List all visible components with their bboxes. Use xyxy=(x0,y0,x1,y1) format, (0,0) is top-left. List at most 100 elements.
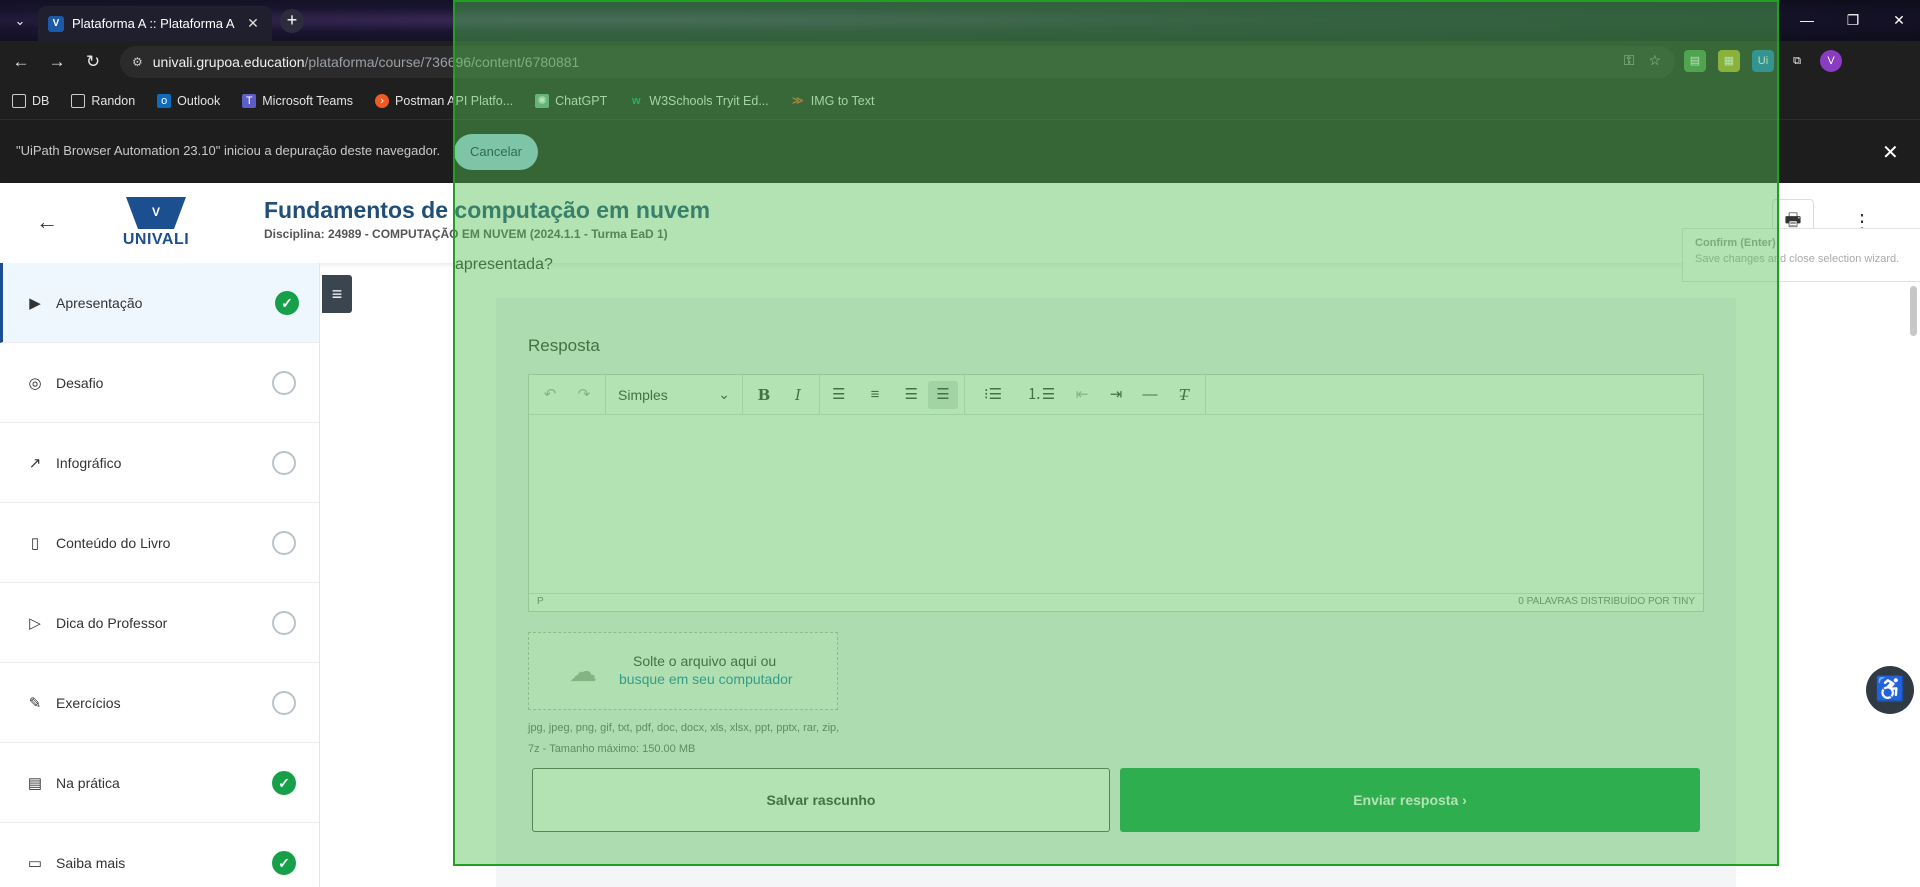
numbered-list-icon[interactable]: ⒈☰ xyxy=(1019,381,1063,409)
rich-text-editor: ↶ ↷ Simples ⌄ B I ☰ ≡ ☰ ☰ ⁝☰ ⒈☰ ⇤ ⇥ — T̶… xyxy=(528,374,1704,612)
bookmark-w3schools[interactable]: w W3Schools Tryit Ed... xyxy=(629,94,769,108)
bookmark-outlook[interactable]: o Outlook xyxy=(157,94,220,108)
block-format-value: Simples xyxy=(618,386,668,403)
profile-avatar[interactable]: V xyxy=(1820,50,1842,72)
save-draft-button[interactable]: Salvar rascunho xyxy=(532,768,1110,832)
empty-circle-icon xyxy=(272,450,296,475)
bold-icon[interactable]: B xyxy=(749,381,779,409)
url-field[interactable]: ⚙ univali.grupoa.education/plataforma/co… xyxy=(120,46,1675,78)
tab-close-icon[interactable]: ✕ xyxy=(244,15,262,32)
bookmark-db[interactable]: DB xyxy=(12,94,49,108)
editor-content-area[interactable] xyxy=(529,415,1703,595)
tab-list-button[interactable]: ⌄ xyxy=(8,9,32,33)
cloud-upload-icon: ☁ xyxy=(569,656,597,687)
question-text-fragment: apresentada? xyxy=(455,256,553,273)
uipath-extension-icon[interactable]: Ui xyxy=(1752,50,1774,72)
bullet-list-icon[interactable]: ⁝☰ xyxy=(971,381,1015,409)
bookmark-chatgpt[interactable]: ✺ ChatGPT xyxy=(535,94,607,108)
accessibility-icon[interactable]: ♿ xyxy=(1866,666,1914,714)
sidebar-item-dica-professor[interactable]: ▷ Dica do Professor xyxy=(0,583,319,663)
align-right-icon[interactable]: ☰ xyxy=(894,381,924,409)
sidebar-toggle-button[interactable]: ≡ xyxy=(322,275,352,313)
teams-icon: T xyxy=(242,94,257,108)
sidebar-item-conteudo-livro[interactable]: ▯ Conteúdo do Livro xyxy=(0,503,319,583)
empty-circle-icon xyxy=(272,530,296,555)
page-scrollbar[interactable] xyxy=(1910,286,1917,336)
site-info-icon[interactable]: ⚙ xyxy=(132,55,143,69)
restore-button[interactable]: ❐ xyxy=(1840,8,1866,32)
bookmark-randon[interactable]: Randon xyxy=(71,94,135,108)
forward-button[interactable]: → xyxy=(44,50,70,74)
logo-mark-icon: V xyxy=(126,197,186,229)
content-sidebar: ▶ Apresentação ✓ ◎ Desafio ↗ Infográfico… xyxy=(0,263,320,887)
book-icon: ▯ xyxy=(30,534,40,552)
block-format-select[interactable]: Simples ⌄ xyxy=(612,381,736,409)
sidebar-item-infografico[interactable]: ↗ Infográfico xyxy=(0,423,319,503)
folder-icon xyxy=(71,94,86,108)
infobar-close-icon[interactable]: ✕ xyxy=(1882,140,1899,165)
folder-icon xyxy=(12,94,26,108)
send-answer-button[interactable]: Enviar resposta › xyxy=(1120,768,1700,832)
edit-document-icon: ✎ xyxy=(28,694,42,712)
undo-icon[interactable]: ↶ xyxy=(535,381,565,409)
answer-card: Resposta ↶ ↷ Simples ⌄ B I ☰ ≡ ☰ ☰ ⁝☰ ⒈☰… xyxy=(496,298,1736,887)
bookmark-postman[interactable]: › Postman API Platfo... xyxy=(375,94,513,108)
univali-logo: V UNIVALI xyxy=(116,197,196,253)
extension-1-icon[interactable]: ▤ xyxy=(1684,50,1706,72)
target-icon: ◎ xyxy=(28,374,42,392)
sidebar-item-apresentacao[interactable]: ▶ Apresentação ✓ xyxy=(0,263,319,343)
back-button[interactable]: ← xyxy=(8,50,34,74)
minimize-button[interactable]: — xyxy=(1794,8,1820,32)
browse-computer-link[interactable]: busque em seu computador xyxy=(619,671,793,687)
answer-title: Resposta xyxy=(528,336,600,355)
logo-text: UNIVALI xyxy=(122,231,190,248)
bookmark-img-to-text[interactable]: ≫ IMG to Text xyxy=(791,94,874,108)
printer-icon: 🖶 xyxy=(1784,210,1802,230)
italic-icon[interactable]: I xyxy=(783,381,813,409)
empty-circle-icon xyxy=(272,370,296,395)
word-count: 0 PALAVRAS DISTRIBUÍDO POR TINY xyxy=(1518,596,1695,607)
postman-icon: › xyxy=(375,94,390,108)
chevron-down-icon: ⌄ xyxy=(718,386,730,402)
reload-button[interactable]: ↻ xyxy=(80,50,106,74)
outdent-icon[interactable]: ⇤ xyxy=(1067,381,1097,409)
empty-circle-icon xyxy=(272,690,296,715)
back-arrow-icon[interactable]: ← xyxy=(36,209,58,235)
new-tab-button[interactable]: + xyxy=(280,9,304,33)
course-subtitle: Disciplina: 24989 - COMPUTAÇÃO EM NUVEM … xyxy=(264,227,668,241)
browser-tab[interactable]: V Plataforma A :: Plataforma A ✕ xyxy=(38,6,272,41)
indent-icon[interactable]: ⇥ xyxy=(1101,381,1131,409)
play-square-icon: ▶ xyxy=(29,294,41,312)
extensions-puzzle-icon[interactable]: ⧉ xyxy=(1786,50,1808,72)
debugging-infobar: "UiPath Browser Automation 23.10" inicio… xyxy=(0,119,1920,183)
align-left-icon[interactable]: ☰ xyxy=(826,381,856,409)
sidebar-item-na-pratica[interactable]: ▤ Na prática ✓ xyxy=(0,743,319,823)
align-center-icon[interactable]: ≡ xyxy=(860,381,890,409)
file-dropzone[interactable]: ☁ Solte o arquivo aqui ou busque em seu … xyxy=(528,632,838,710)
close-window-button[interactable]: ✕ xyxy=(1886,8,1912,32)
horizontal-rule-icon[interactable]: — xyxy=(1135,381,1165,409)
url-path: /plataforma/course/736696/content/678088… xyxy=(304,54,580,70)
check-done-icon: ✓ xyxy=(275,290,299,315)
clear-formatting-icon[interactable]: T̶ xyxy=(1169,381,1199,409)
infobar-cancel-button[interactable]: Cancelar xyxy=(454,134,538,170)
sidebar-item-saiba-mais[interactable]: ▭ Saiba mais ✓ xyxy=(0,823,319,887)
sidebar-item-exercicios[interactable]: ✎ Exercícios xyxy=(0,663,319,743)
clipboard-icon: ▤ xyxy=(27,774,43,792)
password-key-icon[interactable]: ⚿ xyxy=(1624,52,1635,69)
url-host: univali.grupoa.education xyxy=(152,54,305,70)
redo-icon[interactable]: ↷ xyxy=(569,381,599,409)
trend-line-icon: ↗ xyxy=(28,454,42,472)
extension-2-icon[interactable]: ▦ xyxy=(1718,50,1740,72)
infobar-message: "UiPath Browser Automation 23.10" inicio… xyxy=(16,143,441,158)
chatgpt-icon: ✺ xyxy=(535,94,550,108)
dropzone-text: Solte o arquivo aqui ou xyxy=(633,653,777,669)
img-to-text-icon: ≫ xyxy=(791,95,804,107)
justify-icon[interactable]: ☰ xyxy=(928,380,958,409)
sidebar-item-desafio[interactable]: ◎ Desafio xyxy=(0,343,319,423)
browser-tab-bar: ⌄ V Plataforma A :: Plataforma A ✕ + — ❐… xyxy=(0,0,1920,41)
bookmark-star-icon[interactable]: ☆ xyxy=(1648,52,1661,69)
bookmark-teams[interactable]: T Microsoft Teams xyxy=(242,94,353,108)
extensions-area: ▤ ▦ Ui ⧉ V xyxy=(1684,50,1842,72)
page-title: Fundamentos de computação em nuvem xyxy=(264,197,711,223)
